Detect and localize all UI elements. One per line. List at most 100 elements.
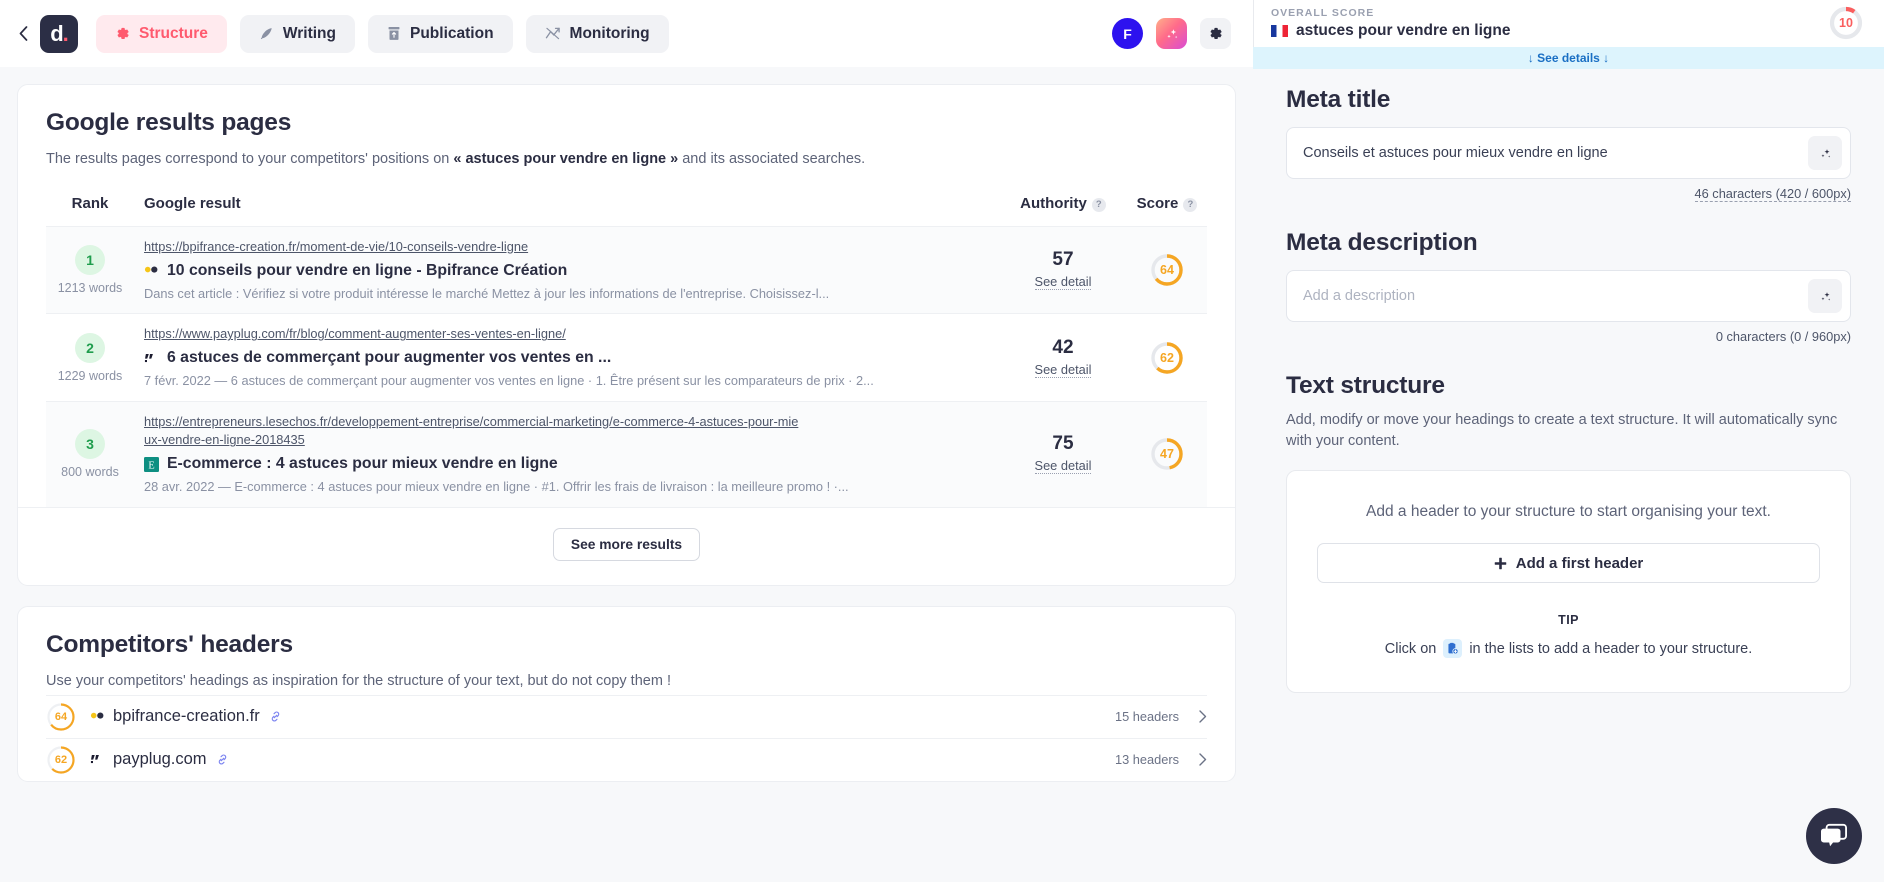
upload-box-icon — [387, 26, 401, 41]
text-structure-empty-card: Add a header to your structure to start … — [1286, 470, 1851, 694]
result-cell: https://bpifrance-creation.fr/moment-de-… — [134, 238, 999, 302]
authority-value: 75 — [1052, 433, 1074, 455]
result-description: 28 avr. 2022 — E-commerce : 4 astuces po… — [144, 479, 849, 494]
result-cell: https://www.payplug.com/fr/blog/comment-… — [134, 325, 999, 389]
sparkles-icon — [1166, 28, 1177, 38]
settings-button[interactable] — [1200, 18, 1231, 49]
gear-icon — [115, 26, 130, 41]
result-url[interactable]: https://entrepreneurs.lesechos.fr/develo… — [144, 413, 804, 450]
text-structure-heading: Text structure — [1286, 372, 1445, 399]
tab-monitoring[interactable]: Monitoring — [525, 14, 669, 53]
result-description: Dans cet article : Vérifiez si votre pro… — [144, 285, 830, 301]
competitor-score-gauge: 62 — [46, 745, 76, 775]
top-navigation-bar: d. Structure Writing Publication Monitor… — [0, 0, 1253, 67]
main-content: Google results pages The results pages c… — [0, 67, 1253, 882]
tab-writing-label: Writing — [282, 24, 336, 42]
table-row[interactable]: 3 800 words https://entrepreneurs.lesech… — [46, 400, 1207, 507]
score-cell: 62 — [1127, 340, 1207, 376]
rank-badge: 2 — [75, 332, 105, 363]
competitor-score-gauge: 64 — [46, 702, 76, 732]
overall-score-value: 10 — [1839, 16, 1853, 30]
chevron-right-icon[interactable] — [1199, 710, 1207, 724]
rank-badge: 1 — [75, 245, 105, 276]
result-title[interactable]: E-commerce : 4 astuces pour mieux vendre… — [167, 455, 558, 473]
chevron-right-icon[interactable] — [1199, 753, 1207, 767]
result-title[interactable]: 6 astuces de commerçant pour augmenter v… — [167, 349, 611, 367]
see-details-button[interactable]: ↓ See details ↓ — [1253, 47, 1884, 69]
logo-letter: d — [50, 20, 63, 46]
tab-writing[interactable]: Writing — [239, 14, 355, 53]
tip-label: TIP — [1558, 613, 1579, 628]
plus-icon — [1494, 557, 1506, 569]
rank-cell: 1 1213 words — [46, 245, 134, 295]
tab-structure-label: Structure — [139, 24, 208, 42]
headers-count: 15 headers — [1114, 709, 1179, 725]
score-cell: 64 — [1127, 252, 1207, 288]
see-detail-link[interactable]: See detail — [1034, 362, 1092, 378]
word-count: 800 words — [61, 465, 119, 480]
payplug-favicon — [144, 353, 153, 362]
avatar[interactable]: F — [1112, 18, 1143, 49]
competitor-score-value: 64 — [54, 710, 68, 723]
score-help-icon[interactable]: ? — [1183, 197, 1198, 212]
payplug-favicon — [90, 755, 99, 764]
score-value: 47 — [1160, 447, 1174, 462]
result-cell: https://entrepreneurs.lesechos.fr/develo… — [134, 413, 999, 496]
tab-publication[interactable]: Publication — [368, 14, 513, 53]
column-header-rank: Rank — [71, 195, 109, 212]
score-gauge: 64 — [1149, 252, 1185, 288]
main-tabs: Structure Writing Publication Monitoring — [96, 14, 669, 53]
word-count: 1213 words — [57, 281, 123, 296]
result-description: 7 févr. 2022 — 6 astuces de commerçant p… — [144, 373, 874, 388]
list-item[interactable]: 64 bpifrance-creation.fr 15 headers — [46, 694, 1207, 738]
add-to-structure-icon — [1443, 639, 1463, 659]
result-url[interactable]: https://www.payplug.com/fr/blog/comment-… — [144, 325, 999, 344]
keyword-row: astuces pour vendre en ligne — [1271, 22, 1884, 40]
external-link-icon[interactable] — [216, 753, 229, 766]
list-item[interactable]: 62 payplug.com 13 headers — [46, 737, 1207, 781]
external-link-icon[interactable] — [269, 710, 282, 723]
table-row[interactable]: 2 1229 words https://www.payplug.com/fr/… — [46, 313, 1207, 400]
meta-description-ai-button[interactable] — [1808, 279, 1842, 313]
competitors-title: Competitors' headers — [46, 630, 293, 658]
authority-help-icon[interactable]: ? — [1091, 197, 1106, 212]
ai-assistant-button[interactable] — [1156, 18, 1187, 49]
meta-description-field[interactable]: Add a description — [1286, 270, 1851, 322]
text-structure-subtitle: Add, modify or move your headings to cre… — [1286, 412, 1838, 450]
chat-widget-button[interactable] — [1806, 808, 1862, 864]
score-value: 64 — [1160, 263, 1174, 278]
see-detail-link[interactable]: See detail — [1034, 274, 1092, 291]
meta-title-ai-button[interactable] — [1808, 136, 1842, 170]
meta-title-char-count[interactable]: 46 characters (420 / 600px) — [1694, 186, 1851, 202]
overall-score-label: OVERALL SCORE — [1271, 7, 1375, 19]
see-detail-link[interactable]: See detail — [1034, 458, 1092, 475]
add-first-header-button[interactable]: Add a first header — [1317, 543, 1820, 584]
result-title[interactable]: 10 conseils pour vendre en ligne - Bpifr… — [167, 262, 567, 280]
tab-monitoring-label: Monitoring — [569, 24, 650, 42]
results-table-header: Rank Google result Authority? Score? — [46, 195, 1207, 226]
competitors-headers-card: Competitors' headers Use your competitor… — [17, 605, 1236, 782]
tab-structure[interactable]: Structure — [96, 14, 227, 53]
column-header-authority-label: Authority — [1020, 195, 1087, 212]
gear-icon — [1210, 27, 1222, 40]
authority-cell: 75 See detail — [999, 433, 1127, 475]
back-button[interactable] — [10, 14, 36, 54]
rank-badge: 3 — [75, 429, 105, 460]
score-cell: 47 — [1127, 436, 1207, 472]
table-row[interactable]: 1 1213 words https://bpifrance-creation.… — [46, 226, 1207, 314]
avatar-initial: F — [1123, 25, 1132, 42]
tab-publication-label: Publication — [410, 24, 494, 42]
authority-value: 42 — [1052, 336, 1074, 358]
result-title-line: 10 conseils pour vendre en ligne - Bpifr… — [144, 262, 999, 280]
score-gauge: 47 — [1149, 436, 1185, 472]
overall-score-header: OVERALL SCORE astuces pour vendre en lig… — [1253, 0, 1884, 47]
right-panel: Meta title Conseils et astuces pour mieu… — [1253, 69, 1884, 882]
chevron-left-icon — [19, 26, 27, 41]
column-header-score: Score? — [1127, 195, 1207, 212]
result-url[interactable]: https://bpifrance-creation.fr/moment-de-… — [144, 238, 999, 257]
app-logo[interactable]: d. — [40, 14, 78, 53]
authority-cell: 57 See detail — [999, 249, 1127, 291]
meta-title-field[interactable]: Conseils et astuces pour mieux vendre en… — [1286, 127, 1851, 179]
see-more-results-button[interactable]: See more results — [552, 527, 701, 561]
authority-value: 57 — [1052, 249, 1074, 271]
